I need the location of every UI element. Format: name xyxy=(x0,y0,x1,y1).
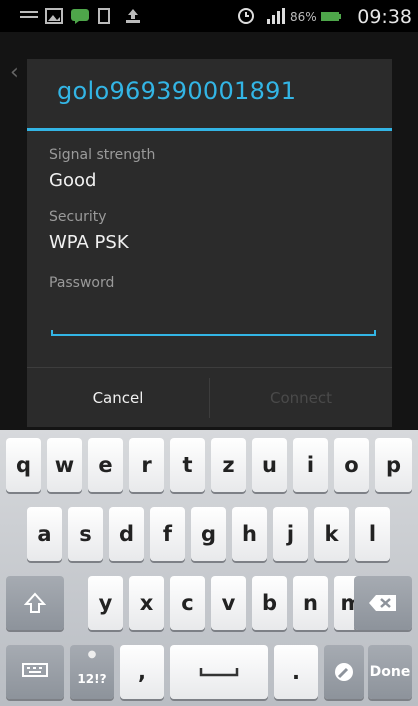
key-g[interactable]: g xyxy=(191,507,226,561)
key-e[interactable]: e xyxy=(88,438,123,492)
shift-key[interactable] xyxy=(6,576,64,630)
key-q[interactable]: q xyxy=(6,438,41,492)
comma-key[interactable]: , xyxy=(120,645,164,699)
space-key[interactable] xyxy=(170,645,268,699)
battery-percent: 86% xyxy=(290,10,317,24)
period-key[interactable]: . xyxy=(274,645,318,699)
key-v[interactable]: v xyxy=(211,576,246,630)
key-k[interactable]: k xyxy=(314,507,349,561)
key-j[interactable]: j xyxy=(273,507,308,561)
key-x[interactable]: x xyxy=(129,576,164,630)
chat-icon xyxy=(71,9,89,24)
key-l[interactable]: l xyxy=(355,507,390,561)
image-icon xyxy=(45,8,63,24)
key-u[interactable]: u xyxy=(252,438,287,492)
key-h[interactable]: h xyxy=(232,507,267,561)
symbols-key-label: 12!? xyxy=(77,672,107,686)
key-c[interactable]: c xyxy=(170,576,205,630)
alarm-icon xyxy=(238,8,254,24)
network-name-title: golo969390001891 xyxy=(57,77,297,105)
battery-icon xyxy=(321,12,341,21)
signal-icon xyxy=(267,8,285,24)
tools-key[interactable] xyxy=(324,645,364,699)
settings-icon xyxy=(335,663,353,681)
title-divider xyxy=(27,128,392,131)
key-f[interactable]: f xyxy=(150,507,185,561)
clock: 09:38 xyxy=(357,6,412,28)
connect-button[interactable]: Connect xyxy=(210,368,392,428)
security-label: Security xyxy=(49,209,107,225)
key-z[interactable]: z xyxy=(211,438,246,492)
signal-strength-label: Signal strength xyxy=(49,147,156,163)
signal-strength-value: Good xyxy=(49,170,97,191)
key-t[interactable]: t xyxy=(170,438,205,492)
security-value: WPA PSK xyxy=(49,232,129,253)
space-bar-icon xyxy=(199,668,239,677)
key-r[interactable]: r xyxy=(129,438,164,492)
password-input[interactable] xyxy=(51,305,376,333)
symbols-key[interactable]: ● 12!? xyxy=(70,645,114,699)
wifi-connect-dialog: golo969390001891 Signal strength Good Se… xyxy=(27,59,392,427)
key-b[interactable]: b xyxy=(252,576,287,630)
upload-icon xyxy=(126,9,140,23)
soft-keyboard: q w e r t z u i o p a s d f g h j k l y … xyxy=(0,430,418,706)
done-key[interactable]: Done xyxy=(368,645,412,699)
back-chevron-icon[interactable]: ‹ xyxy=(10,60,19,85)
cancel-button[interactable]: Cancel xyxy=(27,368,209,428)
key-y[interactable]: y xyxy=(88,576,123,630)
notification-icon xyxy=(20,11,38,18)
backspace-key[interactable] xyxy=(354,576,412,630)
key-a[interactable]: a xyxy=(27,507,62,561)
backspace-icon xyxy=(369,595,396,611)
key-p[interactable]: p xyxy=(375,438,412,492)
key-i[interactable]: i xyxy=(293,438,328,492)
key-d[interactable]: d xyxy=(109,507,144,561)
dialog-button-bar: Cancel Connect xyxy=(27,367,392,428)
password-underline xyxy=(51,330,376,336)
password-label: Password xyxy=(49,275,115,291)
key-o[interactable]: o xyxy=(334,438,369,492)
voice-dot-icon: ● xyxy=(87,649,97,660)
shift-arrow-icon xyxy=(24,592,46,613)
key-s[interactable]: s xyxy=(68,507,103,561)
key-n[interactable]: n xyxy=(293,576,328,630)
key-w[interactable]: w xyxy=(47,438,82,492)
input-settings-key[interactable] xyxy=(6,645,64,699)
keyboard-settings-icon xyxy=(22,663,48,677)
status-bar: 86% 09:38 xyxy=(0,0,418,32)
sim-icon xyxy=(98,8,110,24)
